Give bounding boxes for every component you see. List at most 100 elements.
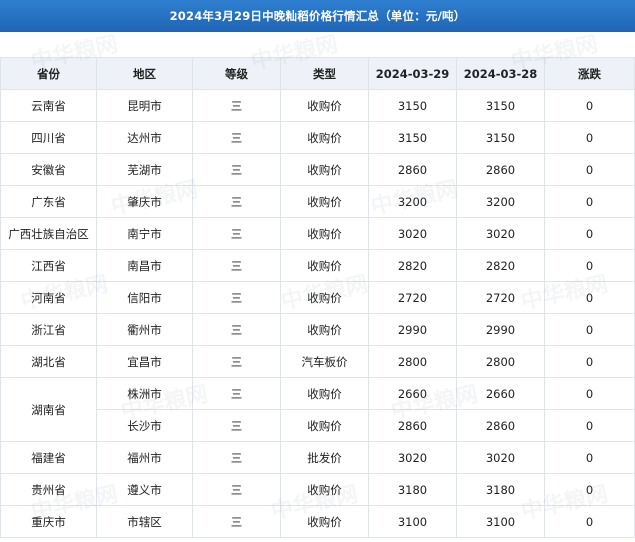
cell-province: 广西壮族自治区 [0,217,97,250]
table-row: 云南省 昆明市三收购价 3150 3150 0 [0,89,635,122]
cell-area: 宜昌市 [96,345,193,378]
cell-grade: 三 [192,377,281,410]
table-row: 广东省 肇庆市三收购价 3200 3200 0 [0,185,635,218]
cell-grade: 三 [192,249,281,282]
cell-price-0328: 3150 [456,121,545,154]
cell-area: 遵义市 [96,473,193,506]
cell-change: 0 [544,473,635,506]
table-row: 湖北省 宜昌市三汽车板价 2800 2800 0 [0,345,635,378]
cell-province: 河南省 [0,281,97,314]
cell-price-0329: 3150 [368,89,457,122]
table-row: 长沙市三收购价 2860 2860 0 [1,409,635,442]
cell-price-0329: 3150 [368,121,457,154]
cell-area: 衢州市 [96,313,193,346]
cell-grade: 三 [192,217,281,250]
cell-area: 信阳市 [96,281,193,314]
cell-price-0328: 3200 [456,185,545,218]
cell-type: 收购价 [280,185,369,218]
cell-province: 浙江省 [0,313,97,346]
cell-price-0329: 2660 [368,377,457,410]
cell-grade: 三 [192,281,281,314]
cell-change: 0 [544,185,635,218]
cell-price-0329: 3100 [368,505,457,538]
cell-area: 昆明市 [96,89,193,122]
cell-price-0329: 2820 [368,249,457,282]
cell-area: 福州市 [96,441,193,474]
cell-price-0329: 2800 [368,345,457,378]
cell-price-0328: 2800 [456,345,545,378]
cell-area: 南昌市 [96,249,193,282]
cell-price-0329: 2860 [368,153,457,186]
page-title: 2024年3月29日中晚籼稻价格行情汇总（单位：元/吨） [0,0,635,32]
cell-area: 南宁市 [96,217,193,250]
cell-type: 批发价 [280,441,369,474]
cell-grade: 三 [192,409,281,442]
cell-change: 0 [544,345,635,378]
cell-type: 收购价 [280,473,369,506]
cell-price-0328: 3100 [456,505,545,538]
cell-area: 芜湖市 [96,153,193,186]
cell-price-0328: 2820 [456,249,545,282]
header-province: 省份 [0,57,97,90]
header-change: 涨跌 [544,57,635,90]
cell-province: 云南省 [0,89,97,122]
cell-price-0328: 2720 [456,281,545,314]
cell-grade: 三 [192,345,281,378]
cell-grade: 三 [192,153,281,186]
cell-change: 0 [544,281,635,314]
cell-grade: 三 [192,89,281,122]
cell-type: 汽车板价 [280,345,369,378]
cell-change: 0 [544,121,635,154]
cell-type: 收购价 [280,409,369,442]
cell-province: 广东省 [0,185,97,218]
cell-province: 江西省 [0,249,97,282]
table-row: 贵州省 遵义市三收购价 3180 3180 0 [0,473,635,506]
cell-price-0328: 2660 [456,377,545,410]
cell-type: 收购价 [280,281,369,314]
cell-type: 收购价 [280,377,369,410]
cell-grade: 三 [192,505,281,538]
cell-type: 收购价 [280,217,369,250]
cell-change: 0 [544,217,635,250]
table-row: 浙江省 衢州市三收购价 2990 2990 0 [0,313,635,346]
cell-province: 湖北省 [0,345,97,378]
price-table: 省份 地区 等级 类型 2024-03-29 2024-03-28 涨跌 云南省… [0,57,635,538]
cell-grade: 三 [192,185,281,218]
cell-price-0329: 2990 [368,313,457,346]
cell-grade: 三 [192,441,281,474]
cell-price-0328: 2990 [456,313,545,346]
cell-change: 0 [544,89,635,122]
cell-province: 安徽省 [0,153,97,186]
cell-area: 市辖区 [96,505,193,538]
cell-change: 0 [544,249,635,282]
cell-province: 重庆市 [0,505,97,538]
cell-grade: 三 [192,121,281,154]
cell-type: 收购价 [280,505,369,538]
table-row: 四川省 达州市三收购价 3150 3150 0 [0,121,635,154]
cell-price-0328: 3180 [456,473,545,506]
table-row: 湖南省 株洲市三收购价 2660 2660 0 [0,377,635,442]
cell-price-0329: 3180 [368,473,457,506]
cell-price-0328: 3020 [456,217,545,250]
cell-change: 0 [544,409,635,442]
header-gap [0,32,635,57]
header-date-2: 2024-03-28 [456,57,545,90]
cell-area: 株洲市 [96,377,193,410]
cell-change: 0 [544,377,635,410]
cell-province: 福建省 [0,441,97,474]
table-header-row: 省份 地区 等级 类型 2024-03-29 2024-03-28 涨跌 [0,57,635,90]
table-row: 广西壮族自治区 南宁市三收购价 3020 3020 0 [0,217,635,250]
cell-area: 长沙市 [96,409,193,442]
cell-grade: 三 [192,313,281,346]
table-row: 江西省 南昌市三收购价 2820 2820 0 [0,249,635,282]
cell-type: 收购价 [280,153,369,186]
cell-province: 四川省 [0,121,97,154]
cell-type: 收购价 [280,249,369,282]
cell-change: 0 [544,441,635,474]
cell-price-0328: 2860 [456,409,545,442]
table-row: 重庆市 市辖区三收购价 3100 3100 0 [0,505,635,538]
cell-province: 湖南省 [0,377,97,442]
cell-price-0329: 3020 [368,441,457,474]
cell-change: 0 [544,505,635,538]
header-type: 类型 [280,57,369,90]
